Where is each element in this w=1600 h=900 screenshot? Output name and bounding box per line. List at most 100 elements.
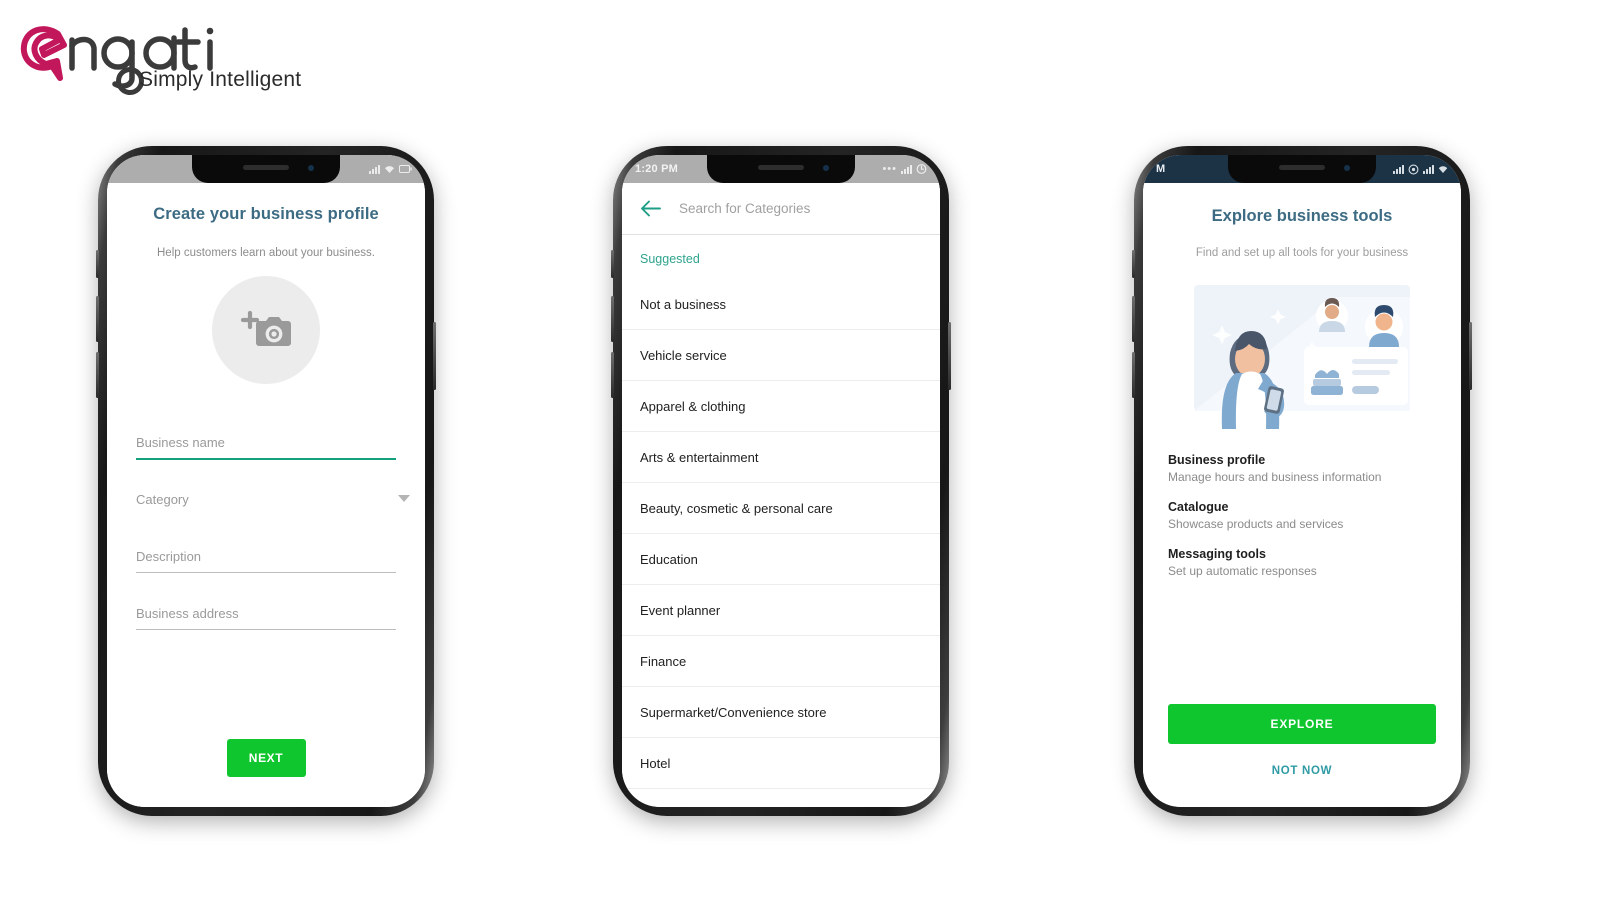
suggested-header: Suggested (640, 252, 700, 266)
list-item[interactable]: Event planner (622, 585, 940, 636)
front-camera-icon (823, 165, 829, 171)
field-underline (136, 515, 396, 516)
power-button[interactable] (948, 322, 951, 390)
battery-icon (399, 165, 412, 173)
power-button[interactable] (433, 322, 436, 390)
list-item[interactable]: Hotel (622, 738, 940, 789)
status-bar-icons: ••• (882, 162, 927, 175)
tool-name: Business profile (1168, 453, 1266, 467)
next-button[interactable]: NEXT (226, 739, 306, 777)
category-label: Category (136, 492, 189, 507)
volume-up-button[interactable] (611, 296, 614, 342)
field-underline (136, 572, 396, 573)
chevron-down-icon (398, 495, 410, 502)
phone-create-business-profile: Create your business profile Help custom… (96, 146, 436, 816)
page-subtitle: Help customers learn about your business… (157, 247, 375, 259)
page-title: Explore business tools (1211, 207, 1393, 225)
signal-icon (901, 164, 912, 174)
tools-list: Business profile Manage hours and busine… (1143, 453, 1461, 578)
create-profile-screen: Create your business profile Help custom… (107, 183, 425, 807)
signal-icon (1393, 164, 1404, 174)
engati-logo: Simply Intelligent (14, 12, 301, 96)
business-address-label: Business address (136, 606, 239, 621)
tool-description: Showcase products and services (1168, 517, 1344, 531)
volume-up-button[interactable] (96, 296, 99, 342)
back-arrow-icon[interactable] (640, 200, 661, 217)
silent-switch[interactable] (96, 250, 99, 278)
business-profile-form: Business name Category Description Busin… (107, 404, 425, 632)
phone-search-categories: 1:20 PM ••• Search for Categories Sugges… (611, 146, 951, 816)
add-photo-camera-icon (240, 310, 291, 346)
phone-notch (1228, 155, 1376, 183)
signal-icon (369, 164, 380, 174)
silent-switch[interactable] (1132, 250, 1135, 278)
front-camera-icon (1344, 165, 1350, 171)
more-icon: ••• (882, 162, 897, 175)
logo-tagline: Simply Intelligent (139, 68, 302, 91)
phone-screen: Create your business profile Help custom… (107, 155, 425, 807)
list-item[interactable]: Beauty, cosmetic & personal care (622, 483, 940, 534)
list-item[interactable]: Finance (622, 636, 940, 687)
earpiece-speaker (243, 165, 289, 170)
business-name-label: Business name (136, 435, 225, 450)
search-bar: Search for Categories (622, 183, 940, 235)
phone-explore-business-tools: M Explore business tools Find and set up… (1132, 146, 1472, 816)
front-camera-icon (308, 165, 314, 171)
category-search-screen: Search for Categories Suggested Not a bu… (622, 183, 940, 807)
signal-icon (1423, 164, 1434, 174)
field-underline (136, 458, 396, 460)
logo-dot-icon (206, 27, 214, 35)
earpiece-speaker (758, 165, 804, 170)
status-bar-icons (369, 164, 412, 174)
logo-mark-icon (20, 26, 67, 81)
explore-tools-footer: EXPLORE NOT NOW (1143, 704, 1461, 777)
page-subtitle: Find and set up all tools for your busin… (1195, 247, 1409, 259)
phone-screen: 1:20 PM ••• Search for Categories Sugges… (622, 155, 940, 807)
tool-description: Manage hours and business information (1168, 470, 1382, 484)
alarm-icon (1408, 164, 1419, 174)
shopkeeper-with-phone-illustration (1194, 285, 1410, 429)
page-title: Create your business profile (153, 205, 379, 223)
list-item[interactable]: Arts & entertainment (622, 432, 940, 483)
list-item: Catalogue Showcase products and services (1168, 500, 1436, 531)
field-underline (136, 629, 396, 630)
not-now-button[interactable]: NOT NOW (1168, 765, 1436, 777)
tool-description: Set up automatic responses (1168, 564, 1317, 578)
volume-down-button[interactable] (1132, 352, 1135, 398)
description-field[interactable]: Description (136, 518, 396, 575)
wifi-icon (1438, 165, 1448, 173)
list-item[interactable]: Education (622, 534, 940, 585)
tool-name: Catalogue (1168, 500, 1229, 514)
list-item[interactable]: Apparel & clothing (622, 381, 940, 432)
business-photo-picker[interactable] (212, 276, 320, 384)
battery-icon (916, 164, 927, 174)
phone-notch (192, 155, 340, 183)
phone-notch (707, 155, 855, 183)
category-list[interactable]: Suggested Not a business Vehicle service… (622, 236, 940, 807)
status-bar-time: 1:20 PM (635, 163, 678, 175)
description-label: Description (136, 549, 202, 564)
list-item[interactable]: Supermarket/Convenience store (622, 687, 940, 738)
phone-screen: M Explore business tools Find and set up… (1143, 155, 1461, 807)
list-item[interactable]: Vehicle service (622, 330, 940, 381)
power-button[interactable] (1469, 322, 1472, 390)
tool-name: Messaging tools (1168, 547, 1266, 561)
wifi-icon (385, 165, 394, 173)
search-input[interactable]: Search for Categories (679, 201, 810, 216)
status-bar-icons (1393, 164, 1448, 175)
volume-down-button[interactable] (96, 352, 99, 398)
earpiece-speaker (1279, 165, 1325, 170)
volume-down-button[interactable] (611, 352, 614, 398)
category-field[interactable]: Category (136, 461, 410, 518)
list-item[interactable]: Not a business (622, 279, 940, 330)
explore-tools-screen: Explore business tools Find and set up a… (1143, 183, 1461, 807)
create-profile-footer: NEXT (107, 739, 425, 777)
explore-button[interactable]: EXPLORE (1168, 704, 1436, 744)
volume-up-button[interactable] (1132, 296, 1135, 342)
silent-switch[interactable] (611, 250, 614, 278)
business-name-field[interactable]: Business name (136, 404, 396, 461)
status-bar-time: M (1156, 163, 1166, 175)
business-address-field[interactable]: Business address (136, 575, 396, 632)
screenshot-canvas: Simply Intelligent Create your business … (0, 0, 1600, 900)
list-item: Messaging tools Set up automatic respons… (1168, 547, 1436, 578)
